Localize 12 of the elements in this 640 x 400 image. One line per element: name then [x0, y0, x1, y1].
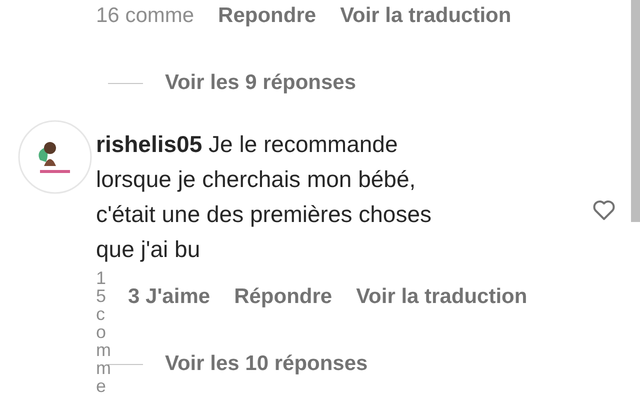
view-replies-link[interactable]: Voir les 9 réponses: [165, 71, 356, 95]
avatar[interactable]: [18, 120, 92, 194]
action-link[interactable]: Voir la traduction: [356, 285, 528, 309]
action-link[interactable]: Voir la traduction: [340, 4, 512, 28]
action-link[interactable]: Repondre: [218, 4, 316, 28]
heart-icon[interactable]: [592, 199, 616, 221]
scrollbar[interactable]: [631, 0, 640, 222]
likes-count[interactable]: 3 J'aime: [128, 285, 210, 309]
comment-text: rishelis05 Je le recommande lorsque je cherchais mon bébé, c'était une des premières choses que j'ai bu: [96, 130, 433, 264]
view-replies-link[interactable]: Voir les 10 réponses: [165, 352, 368, 376]
timestamp: 16 comme: [96, 4, 194, 28]
action-link[interactable]: Répondre: [234, 285, 332, 309]
